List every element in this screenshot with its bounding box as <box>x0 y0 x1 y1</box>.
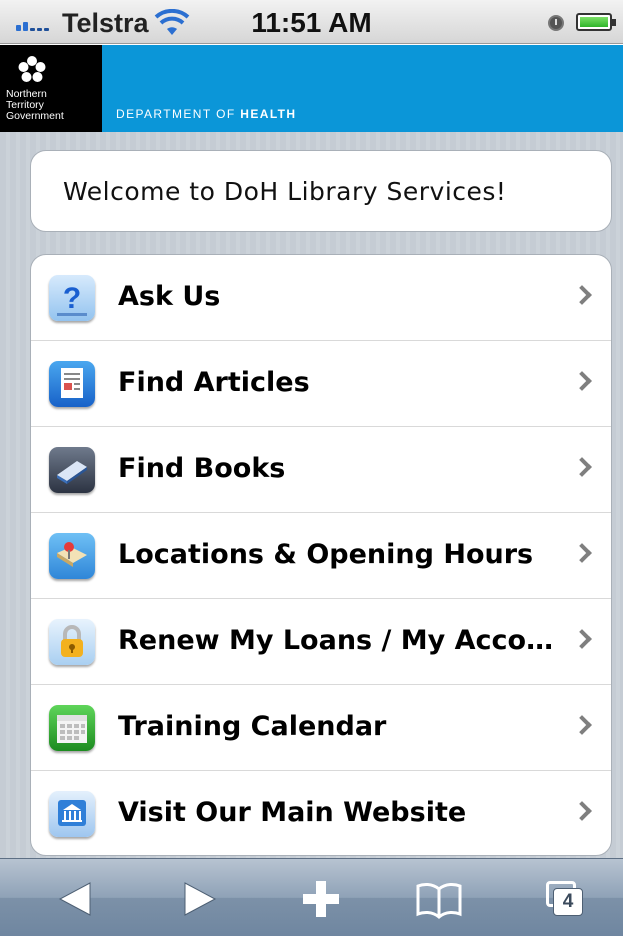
logo-text: Northern Territory Government <box>6 88 64 122</box>
padlock-icon <box>49 619 95 665</box>
welcome-banner: Welcome to DoH Library Services! <box>30 150 612 232</box>
menu-item-label: Visit Our Main Website <box>118 797 467 828</box>
svg-text:?: ? <box>63 282 81 315</box>
document-icon <box>49 361 95 407</box>
add-plus-icon[interactable] <box>296 877 346 921</box>
site-header: Northern Territory Government DEPARTMENT… <box>0 45 623 132</box>
chevron-right-icon <box>572 371 592 391</box>
tabs-pages-button[interactable]: 4 <box>540 877 590 921</box>
department-title: DEPARTMENT OF HEALTH <box>116 107 297 121</box>
menu-item-label: Locations & Opening Hours <box>118 539 534 570</box>
nt-government-logo[interactable]: Northern Territory Government <box>0 45 102 132</box>
calendar-icon <box>49 705 95 751</box>
clock: 11:51 AM <box>251 7 372 38</box>
main-menu: ? Ask Us Find Articles Find Books Locati… <box>30 254 612 856</box>
forward-arrow-icon[interactable] <box>173 877 223 921</box>
chevron-right-icon <box>572 285 592 305</box>
menu-item-training-calendar[interactable]: Training Calendar <box>31 685 611 771</box>
tab-count: 4 <box>562 891 574 912</box>
menu-item-label: Training Calendar <box>118 711 387 742</box>
menu-item-ask-us[interactable]: ? Ask Us <box>31 255 611 341</box>
chevron-right-icon <box>572 801 592 821</box>
chevron-right-icon <box>572 629 592 649</box>
question-icon: ? <box>49 275 95 321</box>
book-icon <box>49 447 95 493</box>
chevron-right-icon <box>572 543 592 563</box>
battery-icon <box>576 13 616 31</box>
menu-item-label: Find Books <box>118 453 286 484</box>
menu-item-label: Ask Us <box>118 281 221 312</box>
bookmarks-book-icon[interactable] <box>414 877 464 921</box>
map-pin-icon <box>49 533 95 579</box>
menu-item-find-books[interactable]: Find Books <box>31 427 611 513</box>
building-icon <box>49 791 95 837</box>
status-bar: Telstra 11:51 AM <box>0 0 623 44</box>
menu-item-locations-opening-hours[interactable]: Locations & Opening Hours <box>31 513 611 599</box>
chevron-right-icon <box>572 715 592 735</box>
content-area: Welcome to DoH Library Services! ? Ask U… <box>0 132 623 858</box>
menu-item-find-articles[interactable]: Find Articles <box>31 341 611 427</box>
menu-item-renew-loans[interactable]: Renew My Loans / My Account <box>31 599 611 685</box>
browser-toolbar: 4 <box>0 858 623 936</box>
menu-item-label: Find Articles <box>118 367 310 398</box>
flower-logo-icon <box>18 56 46 82</box>
chevron-right-icon <box>572 457 592 477</box>
menu-item-label: Renew My Loans / My Account <box>118 625 558 656</box>
menu-item-visit-main-website[interactable]: Visit Our Main Website <box>31 771 611 855</box>
alarm-clock-icon <box>548 15 564 31</box>
back-arrow-icon[interactable] <box>52 877 102 921</box>
